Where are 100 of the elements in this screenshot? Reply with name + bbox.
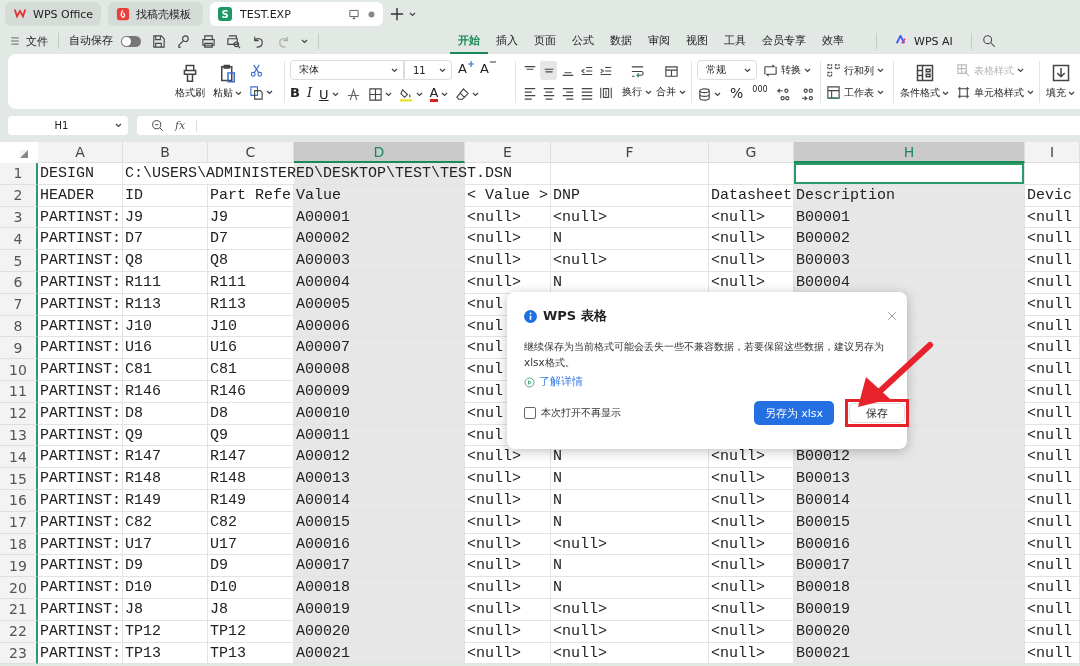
caret-icon[interactable]: [301, 38, 308, 44]
italic-button[interactable]: I: [306, 85, 313, 103]
key-icon[interactable]: [176, 33, 191, 49]
row-header[interactable]: 10: [0, 359, 38, 381]
menu-tab[interactable]: 插入: [488, 28, 526, 54]
column-header[interactable]: E: [465, 142, 551, 163]
zoom-icon[interactable]: [151, 119, 164, 132]
convert-button[interactable]: 转换: [763, 61, 811, 79]
align-left-icon[interactable]: [522, 85, 537, 100]
menu-tab[interactable]: 公式: [564, 28, 602, 54]
menu-tab[interactable]: 审阅: [640, 28, 678, 54]
decimal-increase-icon[interactable]: [776, 86, 792, 102]
row-header[interactable]: 3: [0, 206, 38, 229]
row-header[interactable]: 11: [0, 380, 38, 403]
row-header[interactable]: 9: [0, 337, 38, 360]
fill-button[interactable]: 填充: [1045, 62, 1076, 101]
row-header[interactable]: 13: [0, 424, 38, 447]
row-header[interactable]: 15: [0, 468, 38, 490]
wrap-button[interactable]: 换行: [622, 83, 652, 101]
row-header[interactable]: 21: [0, 598, 38, 621]
fill-color-icon[interactable]: [398, 86, 414, 102]
active-cell[interactable]: [794, 163, 1025, 185]
distribute-icon[interactable]: [598, 85, 613, 100]
underline-button[interactable]: U: [319, 85, 339, 103]
file-menu[interactable]: 文件: [10, 33, 48, 49]
menu-tab[interactable]: 工具: [716, 28, 754, 54]
column-header[interactable]: B: [123, 142, 208, 163]
percent-button[interactable]: %: [730, 85, 744, 103]
caret-icon[interactable]: [409, 11, 417, 17]
strikethrough-icon[interactable]: [345, 86, 361, 102]
print-icon[interactable]: [201, 33, 216, 49]
save-button[interactable]: 保存: [849, 403, 905, 423]
number-format-select[interactable]: 常规: [697, 60, 757, 80]
row-header[interactable]: 8: [0, 315, 38, 338]
row-header[interactable]: 19: [0, 555, 38, 578]
menu-tab[interactable]: 效率: [814, 28, 852, 54]
function-button[interactable]: fx: [175, 119, 186, 132]
formula-field[interactable]: fx: [137, 116, 1080, 135]
column-header[interactable]: C: [208, 142, 294, 163]
rows-columns-button[interactable]: 行和列: [826, 61, 884, 80]
row-header[interactable]: 14: [0, 446, 38, 469]
worksheet-button[interactable]: 工作表: [826, 83, 884, 102]
row-header[interactable]: 4: [0, 228, 38, 251]
copy-icon[interactable]: [249, 85, 264, 100]
shrink-font-button[interactable]: A: [479, 61, 496, 79]
row-header[interactable]: 22: [0, 620, 38, 643]
database-icon[interactable]: [697, 86, 712, 102]
font-name-select[interactable]: 宋体: [290, 60, 404, 80]
tab[interactable]: S TEST.EXP: [210, 2, 384, 26]
scissors-icon[interactable]: [249, 63, 264, 78]
close-icon[interactable]: [887, 311, 897, 321]
row-header[interactable]: 16: [0, 489, 38, 512]
font-color-button[interactable]: A: [429, 85, 449, 103]
plus-icon[interactable]: [390, 7, 405, 21]
border-icon[interactable]: [367, 86, 383, 102]
save-icon[interactable]: [151, 33, 166, 49]
align-right-icon[interactable]: [560, 85, 575, 100]
row-header[interactable]: 7: [0, 293, 38, 316]
font-size-select[interactable]: 11: [404, 60, 452, 80]
cell-style-button[interactable]: 单元格样式: [956, 83, 1034, 102]
conditional-format-button[interactable]: 条件格式: [899, 62, 950, 101]
name-box[interactable]: H1: [8, 116, 128, 135]
row-header[interactable]: 12: [0, 402, 38, 425]
grow-font-button[interactable]: A: [458, 61, 474, 79]
wrap-text-icon[interactable]: [629, 63, 645, 79]
row-header[interactable]: 2: [0, 184, 38, 207]
row-header[interactable]: 5: [0, 250, 38, 272]
row-header[interactable]: 17: [0, 511, 38, 534]
row-header[interactable]: 20: [0, 577, 38, 599]
select-all-icon[interactable]: [20, 150, 28, 158]
autosave-toggle[interactable]: [121, 35, 141, 47]
column-header[interactable]: A: [38, 142, 123, 163]
row-header[interactable]: 6: [0, 272, 38, 294]
save-as-button[interactable]: 另存为 xlsx: [753, 401, 834, 425]
merge-cells-icon[interactable]: [663, 63, 679, 79]
column-header[interactable]: I: [1025, 142, 1080, 163]
eraser-icon[interactable]: [455, 86, 471, 102]
menu-tab[interactable]: 会员专享: [754, 28, 814, 54]
paste-button[interactable]: 粘贴: [212, 62, 243, 101]
bold-button[interactable]: B: [290, 85, 300, 103]
align-center-icon[interactable]: [541, 85, 556, 100]
row-header[interactable]: 18: [0, 533, 38, 556]
merge-button[interactable]: 合并: [656, 83, 686, 101]
format-painter-button[interactable]: 格式刷: [174, 62, 206, 101]
column-header[interactable]: G: [709, 142, 794, 163]
tab[interactable]: 找稿壳模板: [108, 2, 204, 26]
justify-icon[interactable]: [579, 85, 594, 100]
row-header[interactable]: 23: [0, 642, 38, 665]
menu-tab[interactable]: 页面: [526, 28, 564, 54]
ai-button[interactable]: WPS AI: [895, 34, 953, 48]
menu-tab[interactable]: 视图: [678, 28, 716, 54]
checkbox[interactable]: [524, 407, 536, 419]
thousands-button[interactable]: 000: [752, 85, 768, 103]
row-header[interactable]: 1: [0, 163, 38, 185]
monitor-icon[interactable]: [348, 8, 361, 20]
print-preview-icon[interactable]: [226, 33, 241, 49]
column-header[interactable]: F: [551, 142, 709, 163]
menu-tab[interactable]: 数据: [602, 28, 640, 54]
decimal-decrease-icon[interactable]: [800, 86, 816, 102]
search-icon[interactable]: [981, 34, 996, 48]
